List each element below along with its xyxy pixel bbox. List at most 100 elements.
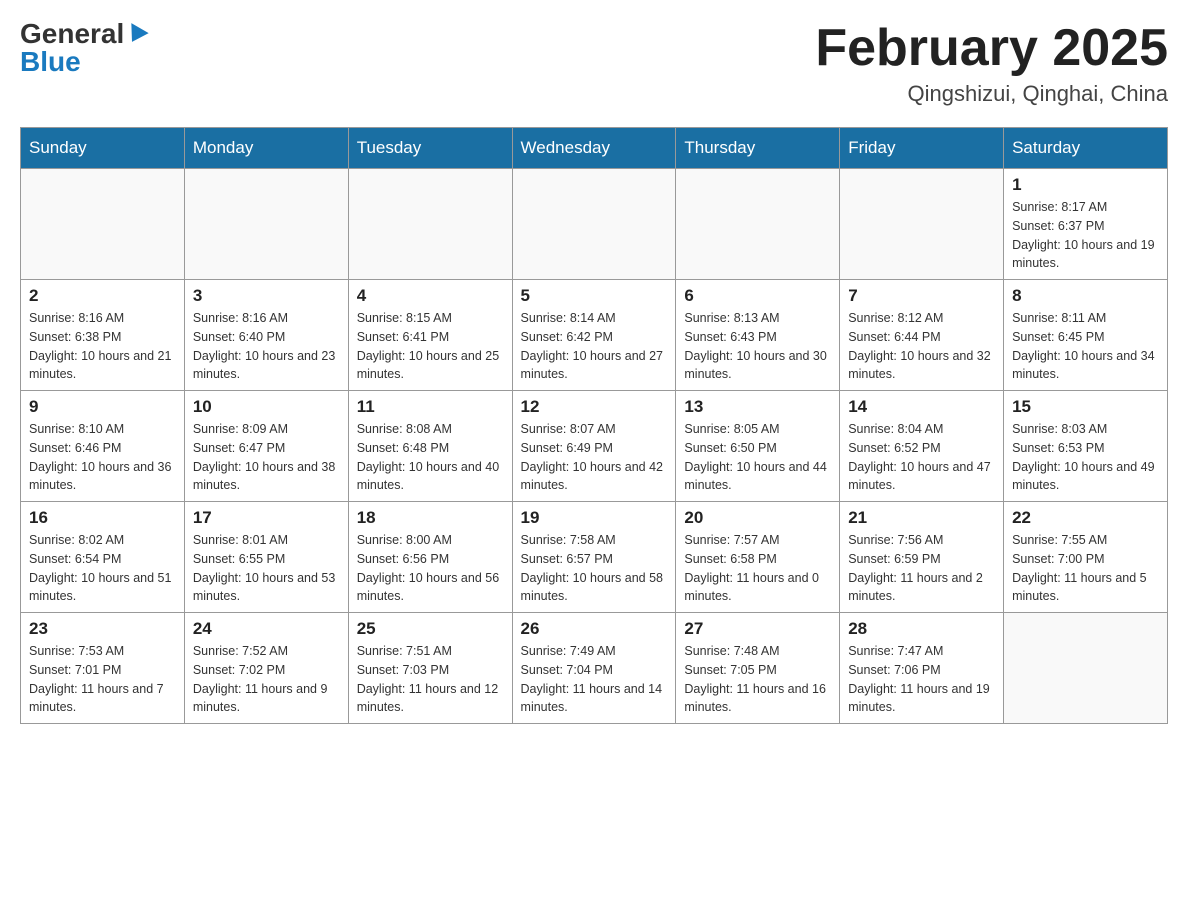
day-info: Sunrise: 8:05 AMSunset: 6:50 PMDaylight:… <box>684 420 831 495</box>
day-info: Sunrise: 8:09 AMSunset: 6:47 PMDaylight:… <box>193 420 340 495</box>
logo-general-line: General <box>20 20 146 48</box>
day-info: Sunrise: 8:14 AMSunset: 6:42 PMDaylight:… <box>521 309 668 384</box>
table-row: 3 Sunrise: 8:16 AMSunset: 6:40 PMDaylight… <box>184 280 348 391</box>
table-row: 6 Sunrise: 8:13 AMSunset: 6:43 PMDaylight… <box>676 280 840 391</box>
table-row: 12Sunrise: 8:07 AMSunset: 6:49 PMDayligh… <box>512 391 676 502</box>
table-row: 10 Sunrise: 8:09 AMSunset: 6:47 PMDayligh… <box>184 391 348 502</box>
day-number: 4 <box>357 286 504 306</box>
day-info: Sunrise: 8:02 AMSunset: 6:54 PMDaylight:… <box>29 531 176 606</box>
day-info: Sunrise: 7:57 AMSunset: 6:58 PMDaylight:… <box>684 531 831 606</box>
day-number: 12 <box>521 397 668 417</box>
day-number: 9 <box>29 397 176 417</box>
day-number: 27 <box>684 619 831 639</box>
day-number: 5 <box>521 286 668 306</box>
table-row: 27 Sunrise: 7:48 AMSunset: 7:05 PMDayligh… <box>676 613 840 724</box>
page-header: General Blue February 2025 Qingshizui, Q… <box>20 20 1168 107</box>
day-info: Sunrise: 8:17 AMSunset: 6:37 PMDaylight:… <box>1012 198 1159 273</box>
day-number: 3 <box>193 286 340 306</box>
day-info: Sunrise: 7:55 AMSunset: 7:00 PMDaylight:… <box>1012 531 1159 606</box>
day-number: 18 <box>357 508 504 528</box>
day-number: 20 <box>684 508 831 528</box>
col-monday: Monday <box>184 128 348 169</box>
table-row: 16 Sunrise: 8:02 AMSunset: 6:54 PMDayligh… <box>21 502 185 613</box>
table-row: 24Sunrise: 7:52 AMSunset: 7:02 PMDayligh… <box>184 613 348 724</box>
table-row: 13 Sunrise: 8:05 AMSunset: 6:50 PMDayligh… <box>676 391 840 502</box>
location-text: Qingshizui, Qinghai, China <box>815 81 1168 107</box>
day-number: 28 <box>848 619 995 639</box>
table-row: 9 Sunrise: 8:10 AMSunset: 6:46 PMDaylight… <box>21 391 185 502</box>
table-row: 25 Sunrise: 7:51 AMSunset: 7:03 PMDayligh… <box>348 613 512 724</box>
calendar-week-row: 1 Sunrise: 8:17 AMSunset: 6:37 PMDaylight… <box>21 169 1168 280</box>
day-number: 2 <box>29 286 176 306</box>
table-row: 14Sunrise: 8:04 AMSunset: 6:52 PMDayligh… <box>840 391 1004 502</box>
day-info: Sunrise: 8:00 AMSunset: 6:56 PMDaylight:… <box>357 531 504 606</box>
day-number: 17 <box>193 508 340 528</box>
table-row: 22 Sunrise: 7:55 AMSunset: 7:00 PMDayligh… <box>1004 502 1168 613</box>
table-row: 20 Sunrise: 7:57 AMSunset: 6:58 PMDayligh… <box>676 502 840 613</box>
table-row: 15Sunrise: 8:03 AMSunset: 6:53 PMDayligh… <box>1004 391 1168 502</box>
col-thursday: Thursday <box>676 128 840 169</box>
logo-triangle-icon <box>124 23 149 47</box>
table-row: 23Sunrise: 7:53 AMSunset: 7:01 PMDayligh… <box>21 613 185 724</box>
day-info: Sunrise: 8:16 AMSunset: 6:38 PMDaylight:… <box>29 309 176 384</box>
day-info: Sunrise: 7:58 AMSunset: 6:57 PMDaylight:… <box>521 531 668 606</box>
table-row: 21 Sunrise: 7:56 AMSunset: 6:59 PMDayligh… <box>840 502 1004 613</box>
table-row: 11Sunrise: 8:08 AMSunset: 6:48 PMDayligh… <box>348 391 512 502</box>
day-info: Sunrise: 8:15 AMSunset: 6:41 PMDaylight:… <box>357 309 504 384</box>
day-info: Sunrise: 8:03 AMSunset: 6:53 PMDaylight:… <box>1012 420 1159 495</box>
day-number: 1 <box>1012 175 1159 195</box>
table-row: 26Sunrise: 7:49 AMSunset: 7:04 PMDayligh… <box>512 613 676 724</box>
table-row <box>840 169 1004 280</box>
col-saturday: Saturday <box>1004 128 1168 169</box>
day-info: Sunrise: 7:49 AMSunset: 7:04 PMDaylight:… <box>521 642 668 717</box>
day-info: Sunrise: 8:10 AMSunset: 6:46 PMDaylight:… <box>29 420 176 495</box>
calendar-week-row: 9 Sunrise: 8:10 AMSunset: 6:46 PMDaylight… <box>21 391 1168 502</box>
day-info: Sunrise: 8:04 AMSunset: 6:52 PMDaylight:… <box>848 420 995 495</box>
table-row: 18 Sunrise: 8:00 AMSunset: 6:56 PMDayligh… <box>348 502 512 613</box>
day-info: Sunrise: 7:56 AMSunset: 6:59 PMDaylight:… <box>848 531 995 606</box>
day-info: Sunrise: 7:48 AMSunset: 7:05 PMDaylight:… <box>684 642 831 717</box>
table-row: 4 Sunrise: 8:15 AMSunset: 6:41 PMDaylight… <box>348 280 512 391</box>
day-number: 19 <box>521 508 668 528</box>
day-info: Sunrise: 8:13 AMSunset: 6:43 PMDaylight:… <box>684 309 831 384</box>
day-info: Sunrise: 8:11 AMSunset: 6:45 PMDaylight:… <box>1012 309 1159 384</box>
calendar-week-row: 16 Sunrise: 8:02 AMSunset: 6:54 PMDayligh… <box>21 502 1168 613</box>
col-friday: Friday <box>840 128 1004 169</box>
calendar-week-row: 23Sunrise: 7:53 AMSunset: 7:01 PMDayligh… <box>21 613 1168 724</box>
logo-blue-text: Blue <box>20 48 81 76</box>
table-row <box>676 169 840 280</box>
table-row <box>21 169 185 280</box>
month-title: February 2025 <box>815 20 1168 77</box>
day-number: 25 <box>357 619 504 639</box>
table-row: 28 Sunrise: 7:47 AMSunset: 7:06 PMDayligh… <box>840 613 1004 724</box>
title-section: February 2025 Qingshizui, Qinghai, China <box>815 20 1168 107</box>
day-number: 23 <box>29 619 176 639</box>
table-row <box>1004 613 1168 724</box>
calendar-week-row: 2 Sunrise: 8:16 AMSunset: 6:38 PMDaylight… <box>21 280 1168 391</box>
table-row: 5 Sunrise: 8:14 AMSunset: 6:42 PMDaylight… <box>512 280 676 391</box>
table-row <box>512 169 676 280</box>
table-row <box>348 169 512 280</box>
table-row: 19 Sunrise: 7:58 AMSunset: 6:57 PMDayligh… <box>512 502 676 613</box>
day-info: Sunrise: 8:01 AMSunset: 6:55 PMDaylight:… <box>193 531 340 606</box>
day-number: 22 <box>1012 508 1159 528</box>
day-info: Sunrise: 7:47 AMSunset: 7:06 PMDaylight:… <box>848 642 995 717</box>
day-number: 16 <box>29 508 176 528</box>
logo-general-text: General <box>20 18 124 49</box>
day-number: 8 <box>1012 286 1159 306</box>
day-number: 13 <box>684 397 831 417</box>
day-number: 7 <box>848 286 995 306</box>
day-info: Sunrise: 8:16 AMSunset: 6:40 PMDaylight:… <box>193 309 340 384</box>
table-row: 17 Sunrise: 8:01 AMSunset: 6:55 PMDayligh… <box>184 502 348 613</box>
day-number: 21 <box>848 508 995 528</box>
calendar-table: Sunday Monday Tuesday Wednesday Thursday… <box>20 127 1168 724</box>
table-row: 7 Sunrise: 8:12 AMSunset: 6:44 PMDaylight… <box>840 280 1004 391</box>
table-row: 8 Sunrise: 8:11 AMSunset: 6:45 PMDaylight… <box>1004 280 1168 391</box>
day-info: Sunrise: 7:51 AMSunset: 7:03 PMDaylight:… <box>357 642 504 717</box>
calendar-header-row: Sunday Monday Tuesday Wednesday Thursday… <box>21 128 1168 169</box>
logo: General Blue <box>20 20 146 76</box>
day-info: Sunrise: 8:12 AMSunset: 6:44 PMDaylight:… <box>848 309 995 384</box>
day-number: 10 <box>193 397 340 417</box>
day-info: Sunrise: 8:08 AMSunset: 6:48 PMDaylight:… <box>357 420 504 495</box>
day-number: 6 <box>684 286 831 306</box>
